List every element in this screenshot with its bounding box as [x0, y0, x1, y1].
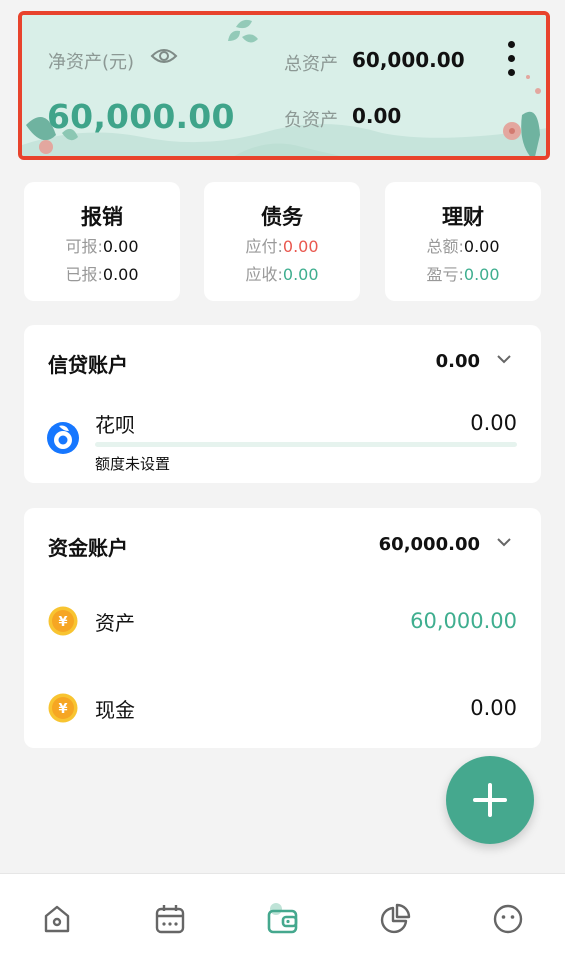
- home-icon[interactable]: [40, 902, 74, 936]
- reimbursed-label: 已报:: [65, 265, 103, 284]
- chevron-down-icon[interactable]: [496, 536, 512, 548]
- profile-icon[interactable]: [491, 902, 525, 936]
- reimbursement-title: 报销: [81, 205, 123, 229]
- huabei-name: 花呗: [95, 413, 135, 437]
- negative-assets-value: 0.00: [352, 104, 402, 128]
- huabei-limit-note: 额度未设置: [95, 455, 171, 473]
- bottom-navigation: [0, 873, 565, 962]
- fund-item-label: 资产: [95, 611, 135, 635]
- fund-accounts-card: 资金账户 60,000.00 ¥ 资产 60,000.00 ¥ 现金 0.00: [24, 508, 541, 748]
- plus-icon: [473, 783, 507, 817]
- investment-total-label: 总额:: [426, 237, 464, 256]
- more-vertical-icon[interactable]: [502, 41, 520, 81]
- investment-total-row: 总额:0.00: [385, 233, 541, 256]
- huabei-value: 0.00: [470, 411, 517, 435]
- investment-total-value: 0.00: [463, 237, 500, 256]
- reimbursable-label: 可报:: [65, 237, 103, 256]
- debt-title: 债务: [261, 205, 303, 229]
- fund-accounts-total: 60,000.00: [378, 534, 480, 555]
- fund-item-label: 现金: [95, 698, 135, 722]
- negative-assets-label: 负资产: [284, 110, 338, 131]
- reimbursement-card[interactable]: 报销 可报:0.00 已报:0.00: [24, 182, 180, 301]
- add-account-button[interactable]: [446, 756, 534, 844]
- header-background-illustration: [22, 15, 546, 156]
- fund-accounts-title: 资金账户: [48, 536, 128, 560]
- asset-summary-card: 净资产(元) 60,000.00 总资产 60,000.00 负资产 0.00: [18, 11, 550, 160]
- reimbursable-row: 可报:0.00: [24, 233, 180, 256]
- huabei-credit-bar: [95, 442, 517, 447]
- credit-accounts-total: 0.00: [435, 351, 480, 372]
- receivable-row: 应收:0.00: [204, 261, 360, 284]
- receivable-value: 0.00: [282, 265, 319, 284]
- net-assets-value: 60,000.00: [47, 97, 235, 136]
- reimbursed-value: 0.00: [102, 265, 139, 284]
- receivable-label: 应收:: [245, 265, 283, 284]
- yuan-coin-icon: ¥: [48, 693, 78, 723]
- payable-row: 应付:0.00: [204, 233, 360, 256]
- credit-accounts-card: 信贷账户 0.00 花呗 0.00 额度未设置: [24, 325, 541, 483]
- total-assets-value: 60,000.00: [352, 48, 465, 72]
- net-assets-label: 净资产(元): [48, 52, 135, 73]
- calendar-icon[interactable]: [153, 902, 187, 936]
- chevron-down-icon[interactable]: [496, 353, 512, 365]
- reimbursed-row: 已报:0.00: [24, 261, 180, 284]
- payable-value: 0.00: [282, 237, 319, 256]
- fund-item-value: 60,000.00: [410, 609, 517, 633]
- investment-title: 理财: [442, 205, 484, 229]
- fund-item-value: 0.00: [470, 696, 517, 720]
- investment-card[interactable]: 理财 总额:0.00 盈亏:0.00: [385, 182, 541, 301]
- huabei-icon: [47, 422, 79, 454]
- eye-icon[interactable]: [150, 46, 178, 66]
- wallet-icon[interactable]: [265, 902, 299, 936]
- svg-text:¥: ¥: [58, 702, 67, 717]
- debt-card[interactable]: 债务 应付:0.00 应收:0.00: [204, 182, 360, 301]
- yuan-coin-icon: ¥: [48, 606, 78, 636]
- payable-label: 应付:: [245, 237, 283, 256]
- credit-accounts-title: 信贷账户: [48, 353, 128, 377]
- profit-loss-label: 盈亏:: [426, 265, 464, 284]
- profit-loss-value: 0.00: [463, 265, 500, 284]
- reimbursable-value: 0.00: [102, 237, 139, 256]
- profit-loss-row: 盈亏:0.00: [385, 261, 541, 284]
- pie-chart-icon[interactable]: [378, 902, 412, 936]
- total-assets-label: 总资产: [284, 54, 338, 75]
- svg-text:¥: ¥: [58, 615, 67, 630]
